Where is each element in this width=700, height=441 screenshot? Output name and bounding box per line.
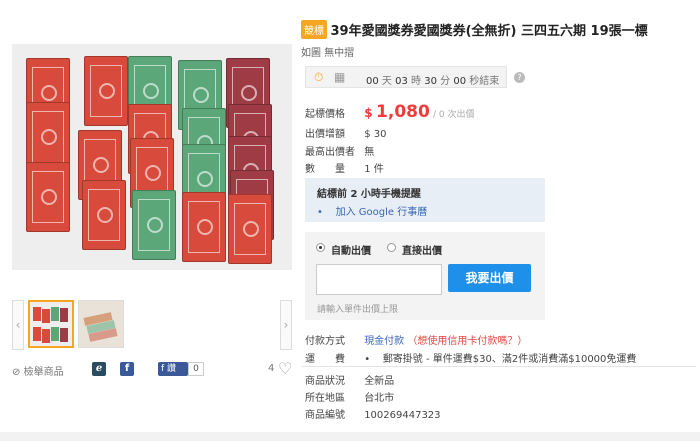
thumbnail-next-button[interactable]: › (280, 300, 292, 350)
page-title: 39年愛國獎券愛國獎券(全無折) 三四五六期 19張一標 (330, 24, 648, 39)
direct-bid-radio[interactable] (387, 243, 396, 252)
countdown-timer: ⏱ ▦ 00 天 03 時 30 分 00 秒結束 (305, 66, 507, 88)
credit-card-question-link[interactable]: （想使用信用卡付款嗎？） (407, 336, 527, 347)
shipping-text: 郵寄掛號 - 單件運費$30、滿2件或消費滿$10000免運費 (382, 354, 637, 365)
listing-subtitle: 如圖 無中摺 (301, 48, 355, 59)
shipping-row: 運 費 • 郵寄掛號 - 單件運費$30、滿2件或消費滿$10000免運費 (305, 354, 637, 365)
bid-panel: 自動出價 直接出價 我要出價 請輸入單件出價上限 (305, 232, 545, 320)
payment-row: 付款方式 現金付款 （想使用信用卡付款嗎？） (305, 336, 528, 347)
heart-icon[interactable]: ♡ (278, 359, 292, 378)
auto-bid-radio[interactable] (316, 243, 325, 252)
current-price: $ 1,080 (364, 102, 430, 122)
divider (302, 366, 696, 367)
report-item-link[interactable]: ⊘ 檢舉商品 (12, 363, 64, 378)
banknote-image (182, 192, 226, 262)
share-actions: ⊘ 檢舉商品 ℯ f f 讚 0 4 ♡ (12, 359, 292, 378)
plurk-icon[interactable]: ℯ (92, 362, 106, 376)
bid-hint: 請輸入單件出價上限 (317, 305, 399, 315)
report-icon: ⊘ (12, 367, 21, 378)
page-bottom-bar (0, 432, 700, 441)
thumbnail-1[interactable] (28, 300, 74, 348)
banknote-image (26, 162, 70, 232)
banknote-image (228, 194, 272, 264)
direct-bid-label: 直接出價 (402, 246, 442, 257)
thumbnail-strip: ‹ › (12, 300, 292, 350)
start-price-row: 起標價格 $ 1,080 / 0 次出價 (305, 102, 475, 122)
banknote-image (84, 56, 128, 126)
stopwatch-icon: ⏱ (314, 70, 324, 84)
thumbnail-2[interactable] (78, 300, 124, 348)
calendar-icon[interactable]: ▦ (334, 70, 345, 84)
reminder-heading: 結標前 2 小時手機提醒 (317, 189, 421, 200)
top-bidder-row: 最高出價者 無 (305, 147, 375, 158)
listing-header: 競標 39年愛國獎券愛國獎券(全無折) 三四五六期 19張一標 (301, 20, 696, 40)
location-row: 所在地區 台北市 (305, 393, 395, 404)
question-icon[interactable]: ? (514, 72, 525, 83)
countdown-text: 00 天 03 時 30 分 00 秒結束 (366, 76, 500, 87)
auction-badge: 競標 (301, 20, 327, 39)
favorite-count: 4 (268, 363, 275, 374)
thumbnail-prev-button[interactable]: ‹ (12, 300, 24, 350)
facebook-like-button[interactable]: f 讚 (158, 362, 188, 376)
reminder-box: 結標前 2 小時手機提醒 • 加入 Google 行事曆 (305, 178, 545, 222)
banknote-image (82, 180, 126, 250)
google-calendar-link[interactable]: • 加入 Google 行事曆 (317, 203, 427, 218)
banknote-image (132, 190, 176, 260)
condition-row: 商品狀況 全新品 (305, 376, 395, 387)
auto-bid-label: 自動出價 (331, 246, 371, 257)
item-id-row: 商品編號 100269447323 (305, 410, 441, 421)
increment-row: 出價增額 $ 30 (305, 129, 387, 140)
product-main-image[interactable] (12, 44, 292, 270)
bid-count: / 0 次出價 (433, 110, 475, 120)
quantity-row: 數 量 1 件 (305, 164, 384, 175)
facebook-icon[interactable]: f (120, 362, 134, 376)
like-count: 0 (188, 362, 204, 376)
place-bid-button[interactable]: 我要出價 (448, 264, 531, 292)
bid-amount-input[interactable] (316, 264, 442, 295)
cash-payment-link[interactable]: 現金付款 (364, 336, 404, 347)
